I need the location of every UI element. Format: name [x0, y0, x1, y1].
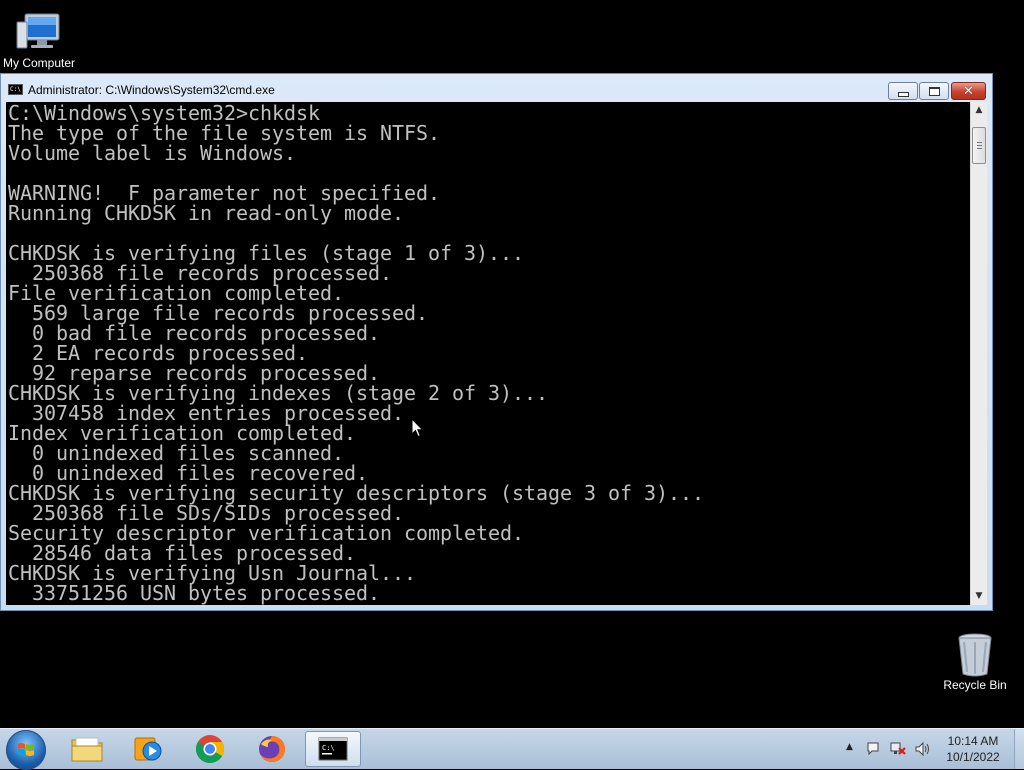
- show-hidden-icons-button[interactable]: ▲: [846, 742, 853, 752]
- taskbar-item-media-player[interactable]: [119, 731, 175, 767]
- cmd-window[interactable]: C:\ Administrator: C:\Windows\System32\c…: [0, 73, 993, 611]
- desktop-icon-recycle-bin[interactable]: Recycle Bin: [938, 630, 1012, 692]
- firefox-icon: [259, 736, 285, 762]
- scroll-thumb[interactable]: [972, 127, 986, 164]
- minimize-icon: [897, 92, 909, 97]
- mouse-cursor-icon: [411, 418, 424, 438]
- close-icon: ✕: [963, 83, 974, 99]
- network-icon[interactable]: [889, 741, 907, 757]
- console-text: C:\Windows\system32>chkdsk The type of t…: [8, 102, 705, 605]
- maximize-icon: [928, 86, 940, 96]
- desktop-icon-my-computer[interactable]: My Computer: [0, 8, 78, 70]
- scroll-down-icon[interactable]: ▼: [971, 588, 987, 605]
- taskbar-item-firefox[interactable]: [244, 731, 300, 767]
- close-button[interactable]: ✕: [951, 82, 986, 100]
- cmd-icon: C:\: [318, 737, 348, 761]
- scroll-up-icon[interactable]: ▲: [971, 102, 987, 119]
- vertical-scrollbar[interactable]: ▲ ▼: [970, 102, 987, 605]
- start-button[interactable]: [6, 730, 46, 770]
- maximize-button[interactable]: [919, 82, 949, 100]
- taskbar-item-cmd[interactable]: C:\: [305, 731, 361, 767]
- svg-text:C:\: C:\: [322, 744, 335, 752]
- volume-icon[interactable]: [914, 741, 932, 757]
- action-center-icon[interactable]: [866, 741, 882, 757]
- taskbar: C:\ ▲ 10:14 AM 10/1/2022: [0, 728, 1024, 770]
- chrome-icon: [196, 735, 224, 763]
- minimize-button[interactable]: [888, 82, 918, 100]
- desktop-icon-label: Recycle Bin: [943, 678, 1007, 692]
- taskbar-item-explorer[interactable]: [59, 731, 115, 767]
- console-output[interactable]: C:\Windows\system32>chkdsk The type of t…: [6, 102, 970, 605]
- system-clock[interactable]: 10:14 AM 10/1/2022: [940, 733, 1006, 765]
- show-desktop-button[interactable]: [1014, 729, 1024, 769]
- clock-time: 10:14 AM: [947, 734, 999, 748]
- windows-logo-icon: [18, 743, 34, 756]
- folder-icon: [71, 737, 103, 762]
- cmd-icon: C:\: [8, 84, 23, 95]
- recycle-bin-icon: [958, 633, 992, 677]
- computer-icon: [16, 13, 60, 49]
- grip-icon: [977, 142, 982, 149]
- media-player-icon: [134, 737, 162, 761]
- clock-date: 10/1/2022: [946, 750, 1000, 764]
- window-title: Administrator: C:\Windows\System32\cmd.e…: [28, 83, 275, 97]
- desktop-icon-label: My Computer: [2, 56, 76, 70]
- taskbar-item-chrome[interactable]: [182, 731, 238, 767]
- title-bar[interactable]: C:\ Administrator: C:\Windows\System32\c…: [1, 74, 992, 104]
